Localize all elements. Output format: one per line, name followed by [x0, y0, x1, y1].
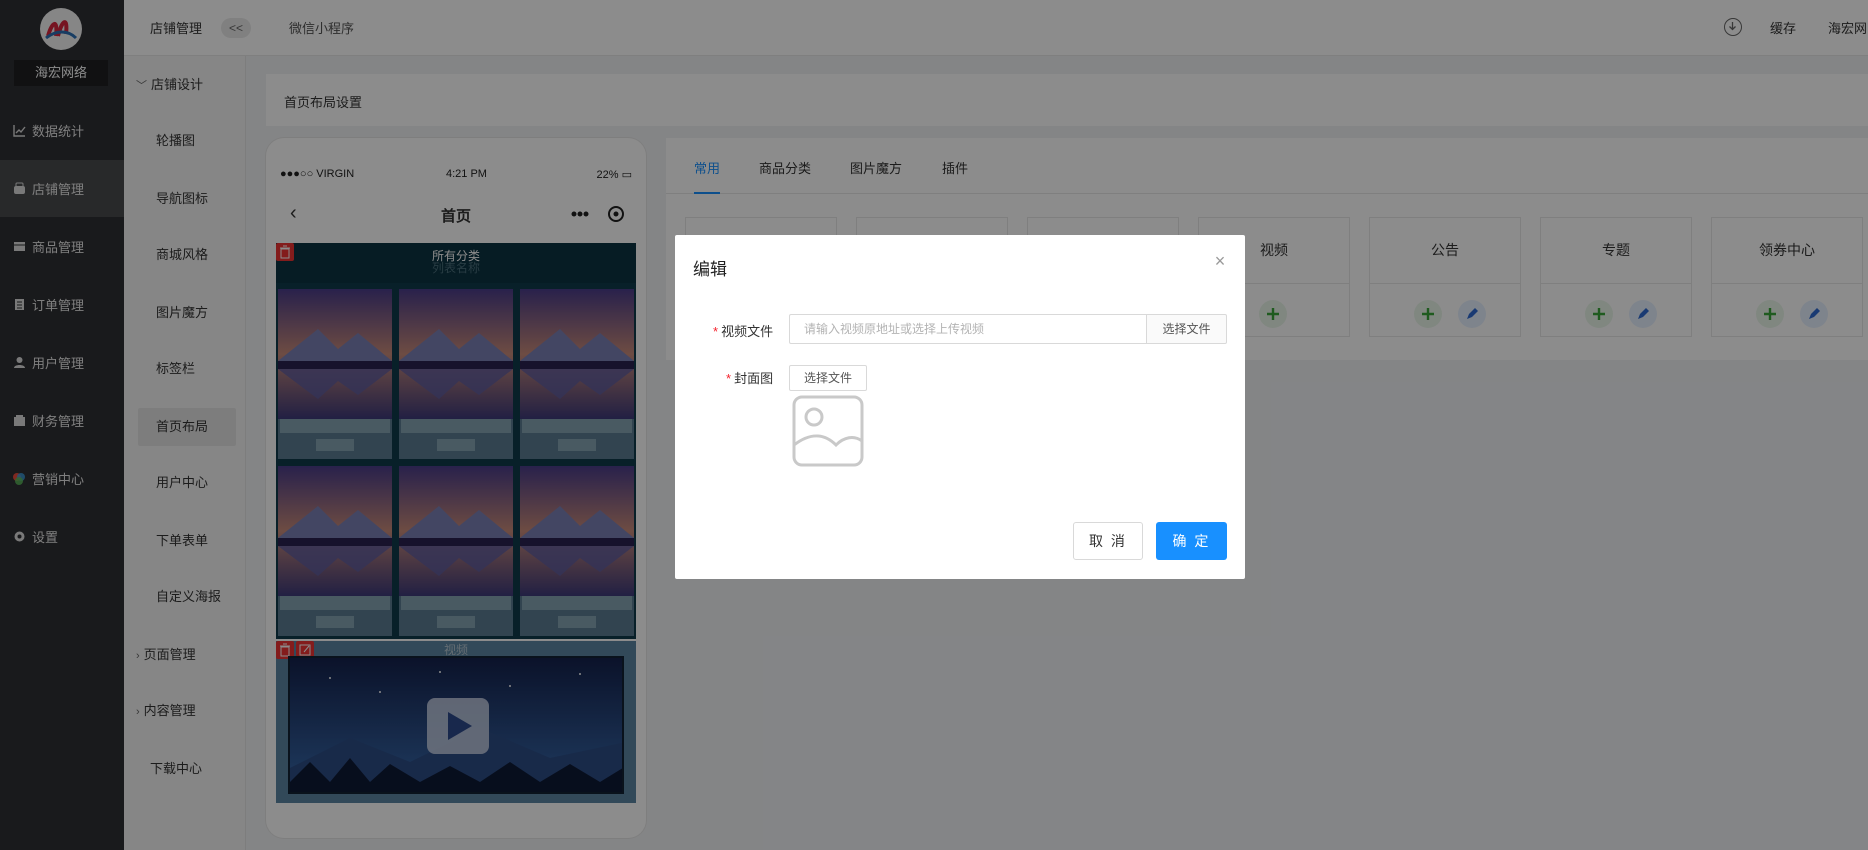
close-icon[interactable]: ×: [1211, 252, 1229, 270]
video-url-input[interactable]: 请输入视频原地址或选择上传视频: [789, 314, 1146, 344]
image-placeholder-icon[interactable]: [792, 395, 864, 467]
cover-image-label: * 封面图: [726, 371, 774, 386]
dialog-title: 编辑: [693, 260, 727, 279]
confirm-button[interactable]: 确 定: [1156, 522, 1227, 560]
edit-video-dialog: 编辑 × * 视频文件 请输入视频原地址或选择上传视频 选择文件 * 封面图 选择文…: [675, 235, 1245, 579]
cover-select-file-button[interactable]: 选择文件: [789, 365, 867, 391]
video-file-label: * 视频文件: [713, 324, 774, 339]
video-select-file-button[interactable]: 选择文件: [1146, 314, 1227, 344]
cancel-button[interactable]: 取 消: [1073, 522, 1143, 560]
